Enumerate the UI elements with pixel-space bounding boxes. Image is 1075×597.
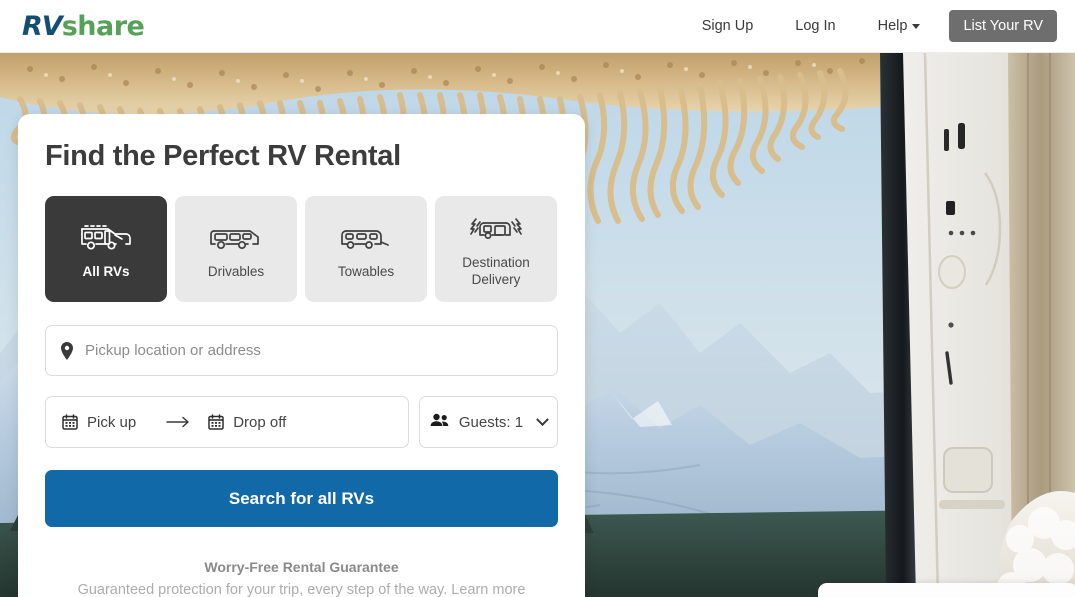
arrow-right-icon (166, 416, 190, 428)
worry-free-guarantee: Worry-Free Rental Guarantee Guaranteed p… (45, 559, 558, 597)
map-pin-icon (60, 341, 74, 360)
tab-all-rvs-label: All RVs (82, 263, 130, 279)
main-navigation: Sign Up Log In Help List Your RV (681, 10, 1075, 42)
nav-help-label: Help (877, 18, 908, 34)
pickup-date-label: Pick up (87, 413, 137, 431)
guarantee-subtitle: Guaranteed protection for your trip, eve… (45, 582, 558, 597)
guarantee-subtitle-text: Guaranteed protection for your trip, eve… (77, 582, 448, 597)
dropoff-date-segment[interactable]: Drop off (208, 414, 286, 431)
pickup-location-field[interactable] (45, 325, 558, 376)
chevron-down-icon (536, 412, 549, 426)
search-card: Find the Perfect RV Rental All RVs Driva… (18, 114, 585, 597)
rv-type-tabs: All RVs Drivables Towables Destination D… (45, 196, 558, 302)
bottom-floating-panel[interactable] (818, 583, 1075, 597)
tab-all-rvs[interactable]: All RVs (45, 196, 167, 302)
site-header: RV share Sign Up Log In Help List Your RV (0, 0, 1075, 53)
tab-destination-delivery[interactable]: Destination Delivery (435, 196, 557, 302)
date-range-field[interactable]: Pick up Drop off (45, 396, 409, 448)
nav-log-in[interactable]: Log In (774, 10, 856, 42)
people-icon (430, 413, 450, 432)
dropoff-date-label: Drop off (233, 413, 287, 431)
rvshare-logo[interactable]: RV share (22, 10, 145, 42)
motorhome-icon (79, 218, 133, 258)
tab-drivables-label: Drivables (207, 263, 265, 279)
chevron-down-icon (912, 23, 921, 29)
nav-help[interactable]: Help (857, 10, 942, 42)
page-root: RV share Sign Up Log In Help List Your RV… (0, 0, 1075, 597)
logo-rv-text: RV (22, 10, 63, 42)
calendar-icon (208, 414, 224, 430)
pickup-location-input[interactable] (85, 342, 543, 359)
page-title: Find the Perfect RV Rental (45, 140, 401, 172)
list-your-rv-button[interactable]: List Your RV (949, 10, 1057, 42)
tab-towables-label: Towables (337, 263, 395, 279)
campervan-icon (210, 218, 262, 258)
tab-towables[interactable]: Towables (305, 196, 427, 302)
pickup-date-segment[interactable]: Pick up (62, 414, 136, 431)
guarantee-title: Worry-Free Rental Guarantee (204, 559, 399, 575)
campsite-delivery-icon (467, 209, 525, 249)
calendar-icon (62, 414, 78, 430)
nav-sign-up[interactable]: Sign Up (681, 10, 775, 42)
search-submit-button[interactable]: Search for all RVs (45, 470, 558, 527)
guarantee-learn-more-link[interactable]: Learn more (451, 582, 525, 597)
travel-trailer-icon (340, 218, 392, 258)
guests-label: Guests: 1 (458, 413, 524, 431)
tab-drivables[interactable]: Drivables (175, 196, 297, 302)
dates-guests-row: Pick up Drop off Guests: 1 (45, 396, 558, 448)
tab-destination-delivery-label: Destination Delivery (462, 255, 530, 287)
logo-share-text: share (61, 10, 145, 42)
guests-selector[interactable]: Guests: 1 (419, 396, 558, 448)
